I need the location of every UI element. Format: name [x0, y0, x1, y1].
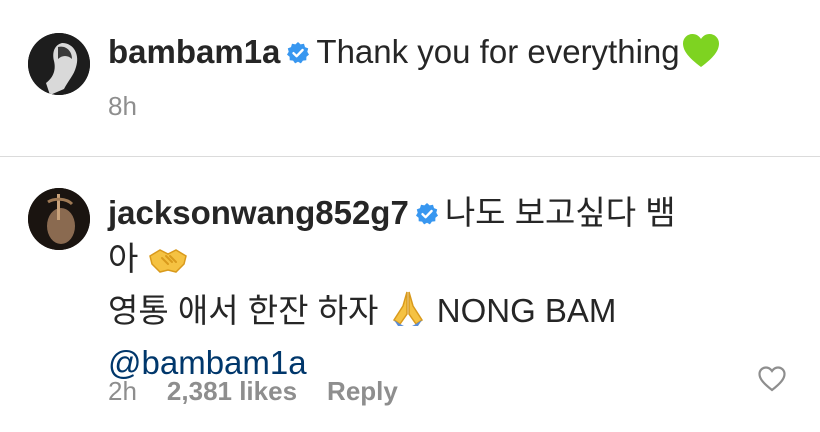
- comment-line3: 영통 애서 한잔 하자: [108, 292, 379, 329]
- comment-line: 영통 애서 한잔 하자 NONG BAM: [108, 288, 708, 340]
- profile-photo-icon: [28, 33, 90, 95]
- comment-line2: 아: [108, 240, 139, 277]
- caption-timestamp: 8h: [108, 91, 137, 121]
- caption-username[interactable]: bambam1a: [108, 33, 280, 70]
- comment-text: jacksonwang852g7 나도 보고싶다 뱀 아 영통 애서 한잔 하자 …: [108, 190, 708, 386]
- likes-count[interactable]: 2,381 likes: [167, 376, 297, 406]
- comment-line: 아: [108, 236, 708, 288]
- comment-meta: 2h 2,381 likes Reply: [108, 376, 428, 407]
- caption-text-line: bambam1a Thank you for everything: [108, 31, 720, 73]
- green-heart-icon: [682, 33, 720, 69]
- post-caption: bambam1a Thank you for everything 8h: [0, 0, 820, 156]
- comment-username[interactable]: jacksonwang852g7: [108, 194, 409, 231]
- comment-timestamp: 2h: [108, 376, 137, 406]
- heart-outline-icon: [758, 366, 786, 392]
- folded-hands-icon: [388, 288, 428, 340]
- verified-badge-icon: [415, 192, 439, 225]
- handshake-icon: [148, 242, 188, 288]
- comment-line: jacksonwang852g7 나도 보고싶다 뱀: [108, 190, 708, 236]
- profile-photo-icon: [28, 188, 90, 250]
- avatar[interactable]: [28, 188, 90, 250]
- caption-message: Thank you for everything: [316, 33, 680, 70]
- reply-button[interactable]: Reply: [327, 376, 398, 406]
- avatar[interactable]: [28, 33, 90, 95]
- comment-line1: 나도 보고싶다 뱀: [444, 194, 676, 231]
- comment-line3-suffix: NONG BAM: [436, 292, 617, 329]
- like-heart-button[interactable]: [758, 366, 786, 392]
- verified-badge-icon: [286, 33, 310, 64]
